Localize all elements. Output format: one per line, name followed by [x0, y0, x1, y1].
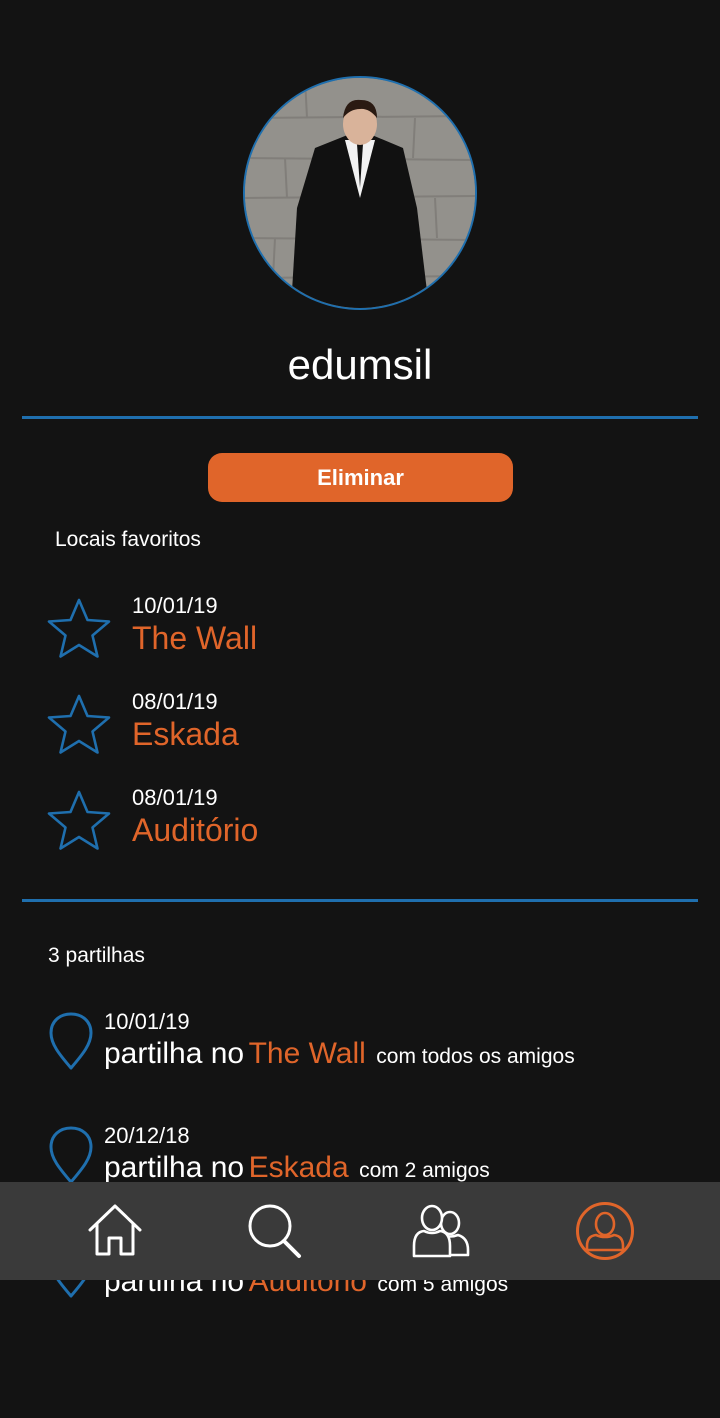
delete-button[interactable]: Eliminar [208, 453, 513, 502]
avatar [243, 76, 477, 310]
favorites-heading: Locais favoritos [55, 528, 201, 551]
nav-search-button[interactable] [244, 1200, 306, 1262]
nav-profile-button[interactable] [574, 1200, 636, 1262]
share-audience: com todos os amigos [376, 1045, 575, 1068]
profile-page: edumsil Eliminar Locais favoritos 10/01/… [0, 0, 720, 1418]
favorite-date: 08/01/19 [132, 689, 218, 714]
star-icon[interactable] [46, 692, 112, 758]
favorite-place[interactable]: The Wall [132, 618, 257, 658]
bottom-navbar [0, 1182, 720, 1280]
share-date: 10/01/19 [104, 1009, 190, 1034]
friends-icon [412, 1204, 470, 1258]
share-prefix: partilha no [104, 1037, 245, 1070]
share-place[interactable]: Eskada [249, 1151, 349, 1184]
divider [22, 416, 698, 419]
share-item: 10/01/19 partilha no The Wall com todos … [44, 1008, 684, 1088]
profile-icon [576, 1202, 634, 1260]
star-icon[interactable] [46, 596, 112, 662]
home-icon [88, 1204, 142, 1256]
favorite-place[interactable]: Auditório [132, 810, 258, 850]
nav-home-button[interactable] [84, 1200, 146, 1262]
star-icon[interactable] [46, 788, 112, 854]
favorite-item[interactable]: 08/01/19 Eskada [44, 688, 464, 768]
share-text: partilha no The Wall com todos os amigos [104, 1034, 575, 1077]
share-place[interactable]: The Wall [249, 1037, 366, 1070]
share-prefix: partilha no [104, 1151, 245, 1184]
favorite-date: 08/01/19 [132, 785, 218, 810]
map-pin-icon [49, 1012, 93, 1070]
divider [22, 899, 698, 902]
favorite-date: 10/01/19 [132, 593, 218, 618]
favorite-item[interactable]: 10/01/19 The Wall [44, 592, 464, 672]
favorite-place[interactable]: Eskada [132, 714, 239, 754]
favorite-item[interactable]: 08/01/19 Auditório [44, 784, 464, 864]
nav-friends-button[interactable] [410, 1200, 472, 1262]
search-icon [248, 1204, 301, 1258]
share-date: 20/12/18 [104, 1123, 190, 1148]
map-pin-icon [49, 1126, 93, 1184]
share-audience: com 2 amigos [359, 1159, 490, 1182]
avatar-photo [245, 78, 475, 308]
shares-heading: 3 partilhas [48, 944, 145, 967]
username: edumsil [287, 341, 433, 388]
